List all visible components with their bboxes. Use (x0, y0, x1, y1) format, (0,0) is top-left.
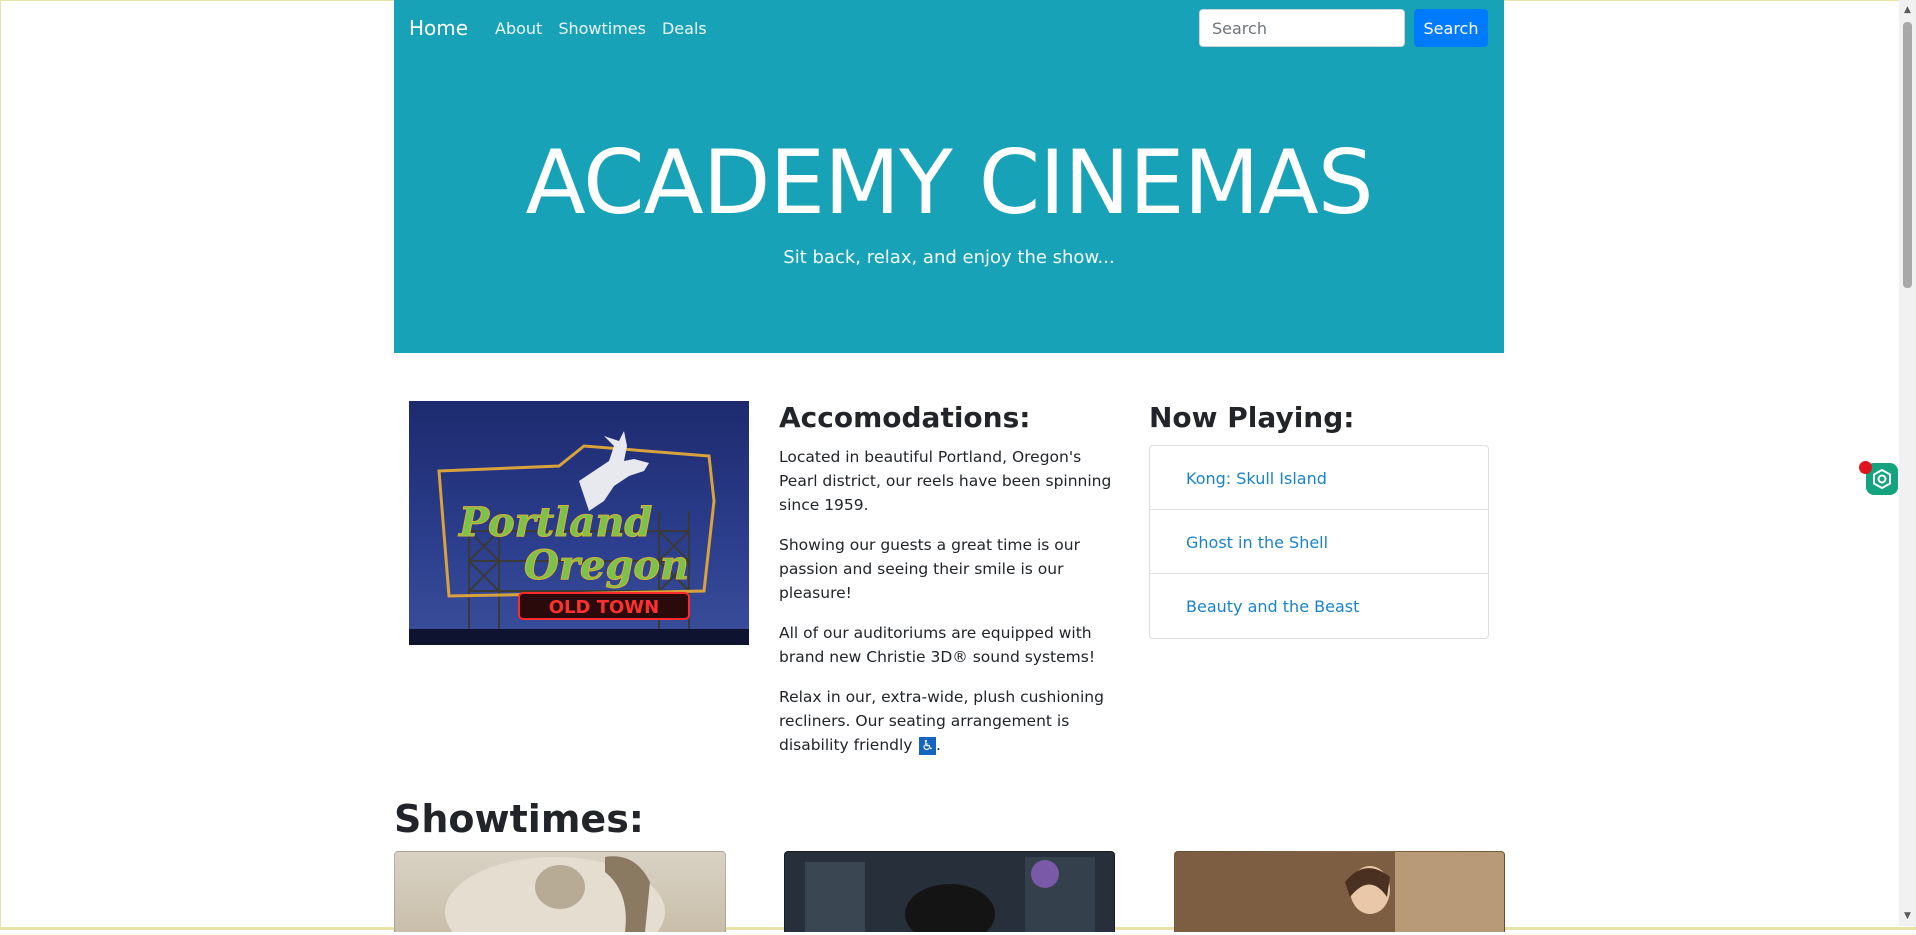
home-brand-link[interactable]: Home (409, 16, 468, 40)
movie-link-ghost-in-the-shell[interactable]: Ghost in the Shell (1186, 533, 1328, 552)
paragraph-4-period: . (935, 736, 941, 754)
search-button[interactable]: Search (1414, 9, 1488, 47)
showtimes-heading: Showtimes: (394, 797, 645, 841)
list-item: Beauty and the Beast (1150, 574, 1488, 638)
sign-line-portland: Portland (458, 499, 652, 546)
nav-link-about[interactable]: About (487, 19, 550, 38)
nav-link-showtimes[interactable]: Showtimes (550, 19, 654, 38)
navbar: Home About Showtimes Deals Search (394, 0, 1504, 57)
notification-badge (1859, 461, 1872, 474)
accommodations-paragraph-2: Showing our guests a great time is our p… (779, 536, 1080, 602)
ghost-in-the-shell-image (785, 852, 1114, 932)
list-item: Ghost in the Shell (1150, 510, 1488, 574)
hero-subtitle: Sit back, relax, and enjoy the show... (783, 247, 1115, 268)
now-playing-section: Now Playing: Kong: Skull Island Ghost in… (1149, 401, 1489, 639)
search-input[interactable] (1199, 9, 1405, 47)
triangle-down-icon[interactable]: ▼ (1899, 908, 1916, 924)
sign-line-oregon: Oregon (524, 542, 689, 589)
now-playing-heading: Now Playing: (1149, 401, 1355, 434)
portland-sign-image: Portland Oregon OLD TOWN (409, 401, 749, 645)
showtime-card-kong[interactable] (394, 851, 726, 932)
now-playing-list: Kong: Skull Island Ghost in the Shell Be… (1149, 445, 1489, 639)
sign-line-old-town: OLD TOWN (549, 597, 659, 618)
scrollbar-thumb[interactable] (1903, 22, 1912, 288)
accommodations-paragraph-3: All of our auditoriums are equipped with… (779, 624, 1096, 666)
nav-link-deals[interactable]: Deals (654, 19, 715, 38)
movie-link-beauty-and-the-beast[interactable]: Beauty and the Beast (1186, 597, 1359, 616)
kong-skull-image (445, 856, 665, 932)
accommodations-section: Accomodations: Located in beautiful Port… (779, 401, 1124, 773)
nav-links: About Showtimes Deals (487, 19, 715, 38)
main-content: Portland Oregon OLD TOWN Accomodations: … (394, 353, 1504, 755)
triangle-up-icon[interactable]: ▲ (1899, 2, 1916, 18)
hero-jumbotron: Home About Showtimes Deals Search ACADEM… (394, 0, 1504, 353)
accommodations-heading: Accomodations: (779, 401, 1031, 434)
wheelchair-icon: ♿ (919, 737, 936, 755)
movie-link-kong[interactable]: Kong: Skull Island (1186, 469, 1327, 488)
list-item: Kong: Skull Island (1150, 446, 1488, 510)
showtime-card-ghost-in-the-shell[interactable] (784, 851, 1115, 932)
accommodations-paragraph-1: Located in beautiful Portland, Oregon's … (779, 448, 1112, 514)
accommodations-paragraph-4-text: Relax in our, extra-wide, plush cushioni… (779, 688, 1104, 754)
page-container: Home About Showtimes Deals Search ACADEM… (394, 0, 1505, 932)
beauty-and-the-beast-image (1175, 852, 1504, 932)
vertical-scrollbar[interactable]: ▲ ▼ (1899, 0, 1916, 926)
page-title: ACADEMY CINEMAS (525, 131, 1373, 234)
accommodations-paragraph-4: Relax in our, extra-wide, plush cushioni… (779, 685, 1124, 757)
showtime-card-beauty-and-the-beast[interactable] (1174, 851, 1505, 932)
